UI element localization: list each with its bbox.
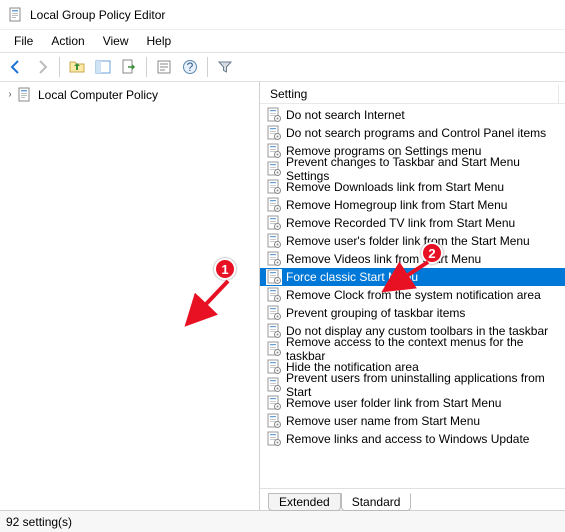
- list-item[interactable]: Remove user's folder link from the Start…: [260, 232, 565, 250]
- policy-icon: [17, 87, 33, 103]
- settings-list[interactable]: Do not search Internet Do not search prog…: [260, 104, 565, 488]
- menu-file[interactable]: File: [6, 32, 41, 50]
- list-item-label: Remove Clock from the system notificatio…: [286, 288, 541, 302]
- tree-pane-icon: [95, 59, 111, 75]
- toolbar: ?: [0, 52, 565, 82]
- list-item[interactable]: Remove Recorded TV link from Start Menu: [260, 214, 565, 232]
- export-list-button[interactable]: [117, 55, 141, 79]
- help-button[interactable]: ?: [178, 55, 202, 79]
- console-tree-pane[interactable]: › Local Computer Policy: [0, 82, 260, 510]
- setting-item-icon: [266, 359, 282, 375]
- setting-item-icon: [266, 215, 282, 231]
- setting-item-icon: [266, 341, 282, 357]
- list-header[interactable]: Setting: [260, 82, 565, 104]
- setting-item-icon: [266, 233, 282, 249]
- main-split: › Local Computer Policy Setting Do not se…: [0, 82, 565, 510]
- list-item[interactable]: Remove access to the context menus for t…: [260, 340, 565, 358]
- filter-icon: [217, 59, 233, 75]
- setting-item-icon: [266, 179, 282, 195]
- list-item[interactable]: Remove Videos link from Start Menu: [260, 250, 565, 268]
- setting-item-icon: [266, 125, 282, 141]
- console-tree[interactable]: › Local Computer Policy: [0, 86, 259, 104]
- list-item-label: Prevent grouping of taskbar items: [286, 306, 465, 320]
- list-item[interactable]: Prevent grouping of taskbar items: [260, 304, 565, 322]
- setting-item-icon: [266, 413, 282, 429]
- properties-icon: [156, 59, 172, 75]
- toolbar-separator: [207, 57, 208, 77]
- details-tabs: ExtendedStandard: [260, 488, 565, 510]
- menubar: FileActionViewHelp: [0, 30, 565, 52]
- setting-item-icon: [266, 251, 282, 267]
- list-item-label: Remove user's folder link from the Start…: [286, 234, 530, 248]
- properties-button[interactable]: [152, 55, 176, 79]
- tab-extended[interactable]: Extended: [268, 493, 341, 511]
- list-item[interactable]: Force classic Start Menu: [260, 268, 565, 286]
- setting-item-icon: [266, 431, 282, 447]
- list-item-label: Remove user folder link from Start Menu: [286, 396, 501, 410]
- setting-item-icon: [266, 107, 282, 123]
- menu-action[interactable]: Action: [43, 32, 92, 50]
- up-button[interactable]: [65, 55, 89, 79]
- setting-item-icon: [266, 395, 282, 411]
- list-item-label: Remove Videos link from Start Menu: [286, 252, 481, 266]
- list-item-label: Remove Homegroup link from Start Menu: [286, 198, 507, 212]
- list-item[interactable]: Prevent users from uninstalling applicat…: [260, 376, 565, 394]
- back-button[interactable]: [4, 55, 28, 79]
- forward-button[interactable]: [30, 55, 54, 79]
- titlebar: Local Group Policy Editor: [0, 0, 565, 30]
- list-item-label: Remove Recorded TV link from Start Menu: [286, 216, 515, 230]
- chevron-right-icon[interactable]: ›: [4, 89, 16, 101]
- svg-text:?: ?: [187, 60, 194, 74]
- setting-item-icon: [266, 287, 282, 303]
- setting-item-icon: [266, 377, 282, 393]
- status-text: 92 setting(s): [6, 515, 72, 529]
- list-item-label: Prevent users from uninstalling applicat…: [286, 371, 559, 399]
- list-item-label: Do not search Internet: [286, 108, 405, 122]
- list-item-label: Remove links and access to Windows Updat…: [286, 432, 529, 446]
- tree-node[interactable]: › Local Computer Policy: [0, 86, 259, 104]
- folder-up-icon: [69, 59, 85, 75]
- list-item[interactable]: Remove links and access to Windows Updat…: [260, 430, 565, 448]
- setting-item-icon: [266, 305, 282, 321]
- toolbar-separator: [59, 57, 60, 77]
- status-bar: 92 setting(s): [0, 510, 565, 532]
- list-item[interactable]: Remove Clock from the system notificatio…: [260, 286, 565, 304]
- column-setting[interactable]: Setting: [266, 85, 559, 103]
- app-icon: [8, 7, 24, 23]
- setting-item-icon: [266, 197, 282, 213]
- show-hide-console-tree-button[interactable]: [91, 55, 115, 79]
- list-item-label: Remove Downloads link from Start Menu: [286, 180, 504, 194]
- list-item-label: Remove access to the context menus for t…: [286, 335, 559, 363]
- setting-item-icon: [266, 323, 282, 339]
- filter-button[interactable]: [213, 55, 237, 79]
- tab-standard[interactable]: Standard: [341, 493, 412, 511]
- tree-node-label: Local Computer Policy: [36, 88, 160, 102]
- list-item-label: Do not search programs and Control Panel…: [286, 126, 546, 140]
- list-item[interactable]: Do not search Internet: [260, 106, 565, 124]
- list-item-label: Prevent changes to Taskbar and Start Men…: [286, 155, 559, 183]
- arrow-left-icon: [8, 59, 24, 75]
- list-item[interactable]: Remove user name from Start Menu: [260, 412, 565, 430]
- setting-item-icon: [266, 143, 282, 159]
- setting-item-icon: [266, 269, 282, 285]
- help-icon: ?: [182, 59, 198, 75]
- list-item[interactable]: Prevent changes to Taskbar and Start Men…: [260, 160, 565, 178]
- arrow-right-icon: [34, 59, 50, 75]
- list-item[interactable]: Remove Homegroup link from Start Menu: [260, 196, 565, 214]
- list-item[interactable]: Do not search programs and Control Panel…: [260, 124, 565, 142]
- list-export-icon: [121, 59, 137, 75]
- setting-item-icon: [266, 161, 282, 177]
- list-item-label: Force classic Start Menu: [286, 270, 418, 284]
- window-title: Local Group Policy Editor: [30, 8, 165, 22]
- toolbar-separator: [146, 57, 147, 77]
- menu-view[interactable]: View: [95, 32, 137, 50]
- menu-help[interactable]: Help: [139, 32, 180, 50]
- list-item-label: Remove user name from Start Menu: [286, 414, 480, 428]
- details-pane: Setting Do not search InternetDo not sea…: [260, 82, 565, 510]
